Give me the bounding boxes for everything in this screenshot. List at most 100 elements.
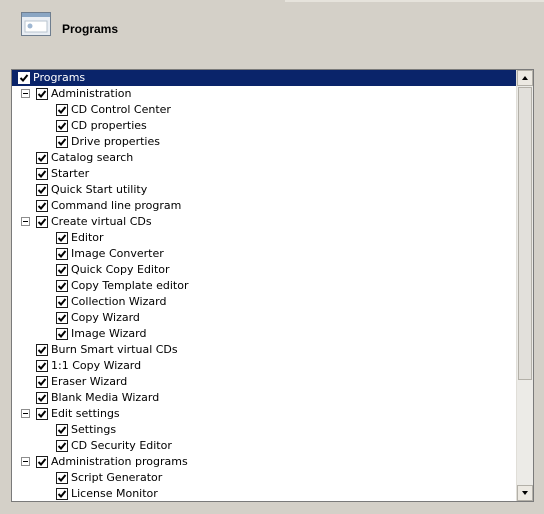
tree-item[interactable]: Starter — [12, 166, 518, 182]
tree-item[interactable]: Drive properties — [12, 134, 518, 150]
tree-item-checkbox[interactable] — [36, 200, 48, 212]
tree-item-checkbox[interactable] — [36, 184, 48, 196]
checkmark-icon — [57, 474, 67, 482]
checkmark-icon — [37, 90, 47, 98]
tree-item-checkbox[interactable] — [36, 344, 48, 356]
arrow-up-icon — [522, 76, 528, 80]
tree-item-label: Collection Wizard — [71, 295, 167, 308]
tree-item-checkbox[interactable] — [36, 152, 48, 164]
checkmark-icon — [57, 106, 67, 114]
page-title: Programs — [62, 22, 119, 36]
tree-item-label: CD Control Center — [71, 103, 171, 116]
tree-item-checkbox[interactable] — [56, 120, 68, 132]
tree-item-checkbox[interactable] — [36, 376, 48, 388]
tree-item[interactable]: Image Wizard — [12, 326, 518, 342]
tree-item[interactable]: Quick Start utility — [12, 182, 518, 198]
tree-item-label: 1:1 Copy Wizard — [51, 359, 142, 372]
tree-item-checkbox[interactable] — [56, 296, 68, 308]
tree-item-label: Image Converter — [71, 247, 164, 260]
collapse-icon[interactable] — [21, 89, 30, 98]
tree-item[interactable]: Create virtual CDs — [12, 214, 518, 230]
tree-item-label: Create virtual CDs — [51, 215, 152, 228]
vertical-scrollbar[interactable] — [516, 70, 533, 501]
checkmark-icon — [57, 442, 67, 450]
tree-item-label: Command line program — [51, 199, 182, 212]
tree-item-checkbox[interactable] — [56, 488, 68, 500]
top-strip — [285, 0, 544, 2]
checkmark-icon — [57, 234, 67, 242]
tree-item-checkbox[interactable] — [56, 440, 68, 452]
scroll-down-button[interactable] — [517, 485, 533, 501]
checkmark-icon — [57, 250, 67, 258]
tree-item[interactable]: Administration programs — [12, 454, 518, 470]
tree-item-label: CD properties — [71, 119, 147, 132]
tree-item-checkbox[interactable] — [56, 248, 68, 260]
scroll-up-button[interactable] — [517, 70, 533, 86]
tree-item[interactable]: Copy Wizard — [12, 310, 518, 326]
tree-item-label: License Monitor — [71, 487, 158, 500]
tree-item[interactable]: Administration — [12, 86, 518, 102]
checkmark-icon — [57, 298, 67, 306]
tree-item[interactable]: Burn Smart virtual CDs — [12, 342, 518, 358]
tree-item[interactable]: Image Converter — [12, 246, 518, 262]
checkmark-icon — [57, 266, 67, 274]
tree-item-checkbox[interactable] — [56, 328, 68, 340]
tree-item[interactable]: Editor — [12, 230, 518, 246]
tree-item-label: Starter — [51, 167, 90, 180]
window-icon — [21, 12, 51, 36]
checkmark-icon — [57, 314, 67, 322]
tree-item[interactable]: Blank Media Wizard — [12, 390, 518, 406]
tree-item[interactable]: Programs — [12, 70, 518, 86]
tree-item-checkbox[interactable] — [18, 72, 30, 84]
tree-item-checkbox[interactable] — [36, 88, 48, 100]
tree-item-label: Catalog search — [51, 151, 134, 164]
tree-item-checkbox[interactable] — [56, 280, 68, 292]
tree-item-label: Copy Wizard — [71, 311, 140, 324]
tree-item-checkbox[interactable] — [56, 136, 68, 148]
tree-item-checkbox[interactable] — [56, 472, 68, 484]
programs-tree[interactable]: Programs Administration CD Control Center C… — [11, 69, 534, 502]
tree-item-checkbox[interactable] — [56, 104, 68, 116]
tree-item-checkbox[interactable] — [36, 408, 48, 420]
checkmark-icon — [57, 330, 67, 338]
tree-item[interactable]: Copy Template editor — [12, 278, 518, 294]
tree-item-label: Drive properties — [71, 135, 160, 148]
tree-item-label: Administration programs — [51, 455, 188, 468]
tree-item-checkbox[interactable] — [36, 216, 48, 228]
tree-item[interactable]: License Monitor — [12, 486, 518, 501]
checkmark-icon — [37, 394, 47, 402]
collapse-icon[interactable] — [21, 457, 30, 466]
tree-item[interactable]: 1:1 Copy Wizard — [12, 358, 518, 374]
tree-item-checkbox[interactable] — [36, 456, 48, 468]
arrow-down-icon — [522, 491, 528, 495]
tree-item-checkbox[interactable] — [36, 360, 48, 372]
collapse-icon[interactable] — [21, 409, 30, 418]
tree-item-checkbox[interactable] — [36, 168, 48, 180]
scroll-thumb[interactable] — [518, 87, 532, 380]
checkmark-icon — [37, 218, 47, 226]
checkmark-icon — [37, 186, 47, 194]
tree-item-checkbox[interactable] — [56, 312, 68, 324]
tree-item[interactable]: Catalog search — [12, 150, 518, 166]
tree-item-checkbox[interactable] — [56, 264, 68, 276]
tree-item-label: Editor — [71, 231, 104, 244]
checkmark-icon — [37, 202, 47, 210]
checkmark-icon — [37, 154, 47, 162]
tree-item[interactable]: Script Generator — [12, 470, 518, 486]
tree-item-checkbox[interactable] — [36, 392, 48, 404]
collapse-icon[interactable] — [21, 217, 30, 226]
tree-item-checkbox[interactable] — [56, 424, 68, 436]
tree-item-checkbox[interactable] — [56, 232, 68, 244]
checkmark-icon — [57, 282, 67, 290]
tree-item[interactable]: Edit settings — [12, 406, 518, 422]
tree-item[interactable]: CD properties — [12, 118, 518, 134]
tree-item[interactable]: CD Security Editor — [12, 438, 518, 454]
tree-item[interactable]: Eraser Wizard — [12, 374, 518, 390]
tree-item[interactable]: Quick Copy Editor — [12, 262, 518, 278]
tree-item-label: Edit settings — [51, 407, 120, 420]
tree-item[interactable]: Command line program — [12, 198, 518, 214]
tree-item[interactable]: Settings — [12, 422, 518, 438]
tree-item[interactable]: Collection Wizard — [12, 294, 518, 310]
tree-item[interactable]: CD Control Center — [12, 102, 518, 118]
checkmark-icon — [37, 362, 47, 370]
